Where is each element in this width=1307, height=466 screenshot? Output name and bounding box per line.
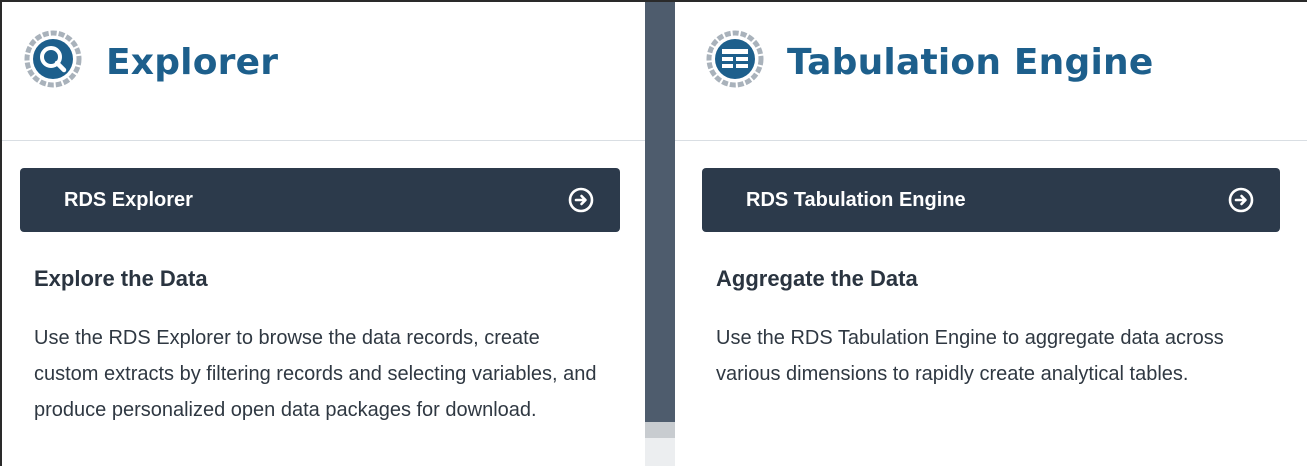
search-magnifier-icon: [24, 30, 82, 88]
explorer-subheading: Explore the Data: [34, 266, 208, 291]
table-icon: [706, 30, 764, 88]
tabulation-card: Tabulation Engine RDS Tabulation Engine …: [675, 2, 1307, 466]
arrow-right-circle-icon: [1228, 187, 1254, 213]
tabulation-description: Use the RDS Tabulation Engine to aggrega…: [716, 327, 1224, 385]
explorer-card: Explorer RDS Explorer Explore the Data U…: [2, 2, 645, 466]
explorer-title: Explorer: [106, 42, 279, 83]
panel-divider-scrollbar[interactable]: [645, 2, 675, 466]
rds-tabulation-engine-button-label: RDS Tabulation Engine: [746, 188, 966, 211]
explorer-description: Use the RDS Explorer to browse the data …: [34, 327, 597, 421]
rds-explorer-button-label: RDS Explorer: [64, 188, 193, 211]
explorer-card-header: Explorer: [2, 2, 645, 141]
tabulation-card-header: Tabulation Engine: [675, 2, 1307, 141]
tabulation-title: Tabulation Engine: [787, 42, 1154, 83]
rds-tabulation-engine-button[interactable]: RDS Tabulation Engine: [702, 168, 1280, 232]
rds-explorer-button[interactable]: RDS Explorer: [20, 168, 620, 232]
arrow-right-circle-icon: [568, 187, 594, 213]
tabulation-subheading: Aggregate the Data: [716, 266, 918, 291]
